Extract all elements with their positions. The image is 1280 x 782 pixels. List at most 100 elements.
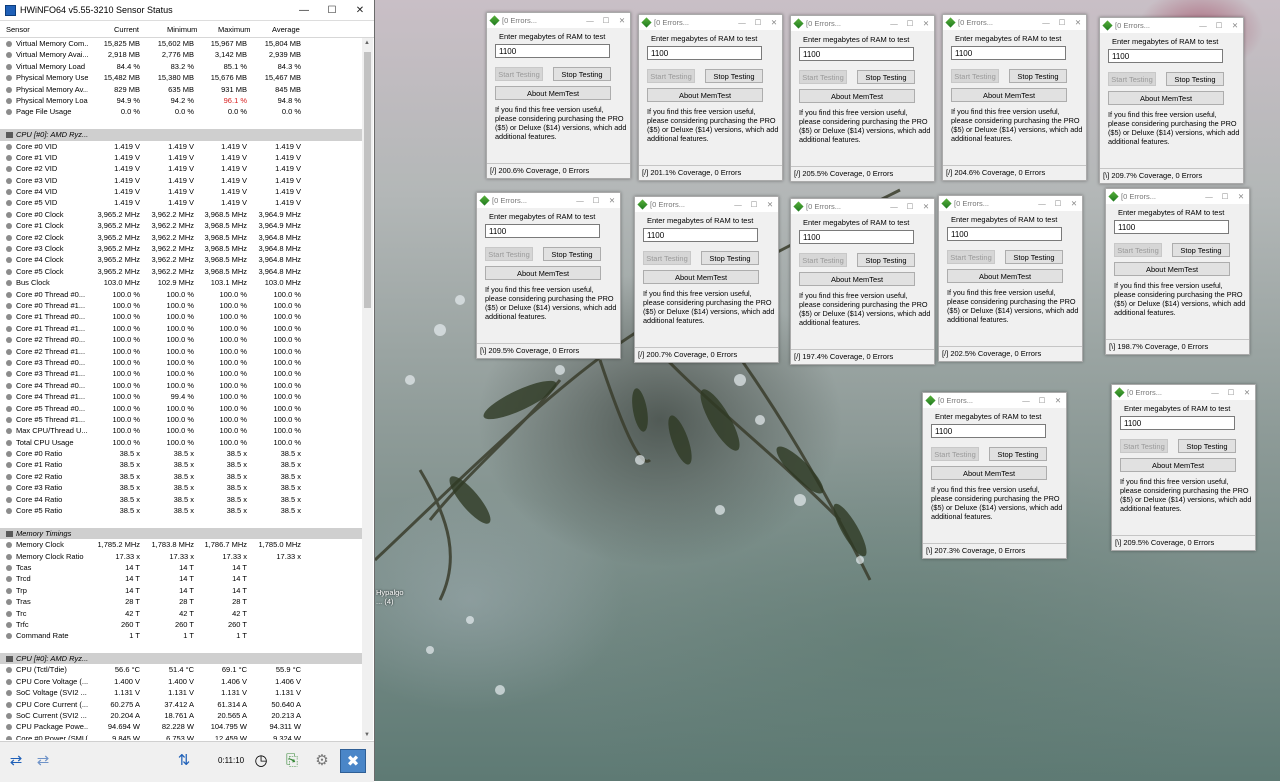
network-icon[interactable]: ⇅ — [172, 749, 196, 771]
desktop-icon-label[interactable]: Hypalgo ... (4) — [376, 588, 404, 606]
memtest-title-bar[interactable]: [0 Errors... — ☐ ✕ — [1100, 18, 1243, 33]
about-memtest-button[interactable]: About MemTest — [485, 266, 601, 280]
column-header-current[interactable]: Current — [114, 25, 139, 34]
stop-testing-button[interactable]: Stop Testing — [705, 69, 763, 83]
table-row[interactable]: SoC Voltage (SVI2 ... 1.131 V 1.131 V 1.131… — [0, 687, 362, 698]
table-row[interactable]: Core #5 Ratio 38.5 x 38.5 x 38.5 x 38.5 x — [0, 505, 362, 516]
scroll-up-arrow-icon[interactable]: ▲ — [364, 40, 370, 46]
maximize-icon[interactable]: ☐ — [598, 16, 614, 25]
table-row[interactable]: Core #2 Thread #1... 100.0 % 100.0 % 100.0 … — [0, 346, 362, 357]
table-row[interactable]: Core #0 Thread #1... 100.0 % 100.0 % 100.0 … — [0, 300, 362, 311]
ram-megabytes-input[interactable]: 1100 — [947, 227, 1062, 241]
close-icon[interactable]: ✕ — [918, 202, 934, 211]
table-row[interactable]: Core #0 Power (SMU) 9.845 W 6.753 W 12.459 … — [0, 733, 362, 740]
start-testing-button[interactable]: Start Testing — [1120, 439, 1168, 453]
stop-testing-button[interactable]: Stop Testing — [1005, 250, 1063, 264]
minimize-icon[interactable]: — — [1201, 192, 1217, 201]
minimize-icon[interactable]: — — [730, 200, 746, 209]
start-testing-button[interactable]: Start Testing — [799, 253, 847, 267]
maximize-icon[interactable]: ☐ — [746, 200, 762, 209]
ram-megabytes-input[interactable]: 1100 — [799, 230, 914, 244]
column-header-maximum[interactable]: Maximum — [218, 25, 251, 34]
memtest-title-bar[interactable]: [0 Errors... — ☐ ✕ — [939, 196, 1082, 211]
memtest-title-bar[interactable]: [0 Errors... — ☐ ✕ — [1112, 385, 1255, 400]
start-testing-button[interactable]: Start Testing — [799, 70, 847, 84]
stop-testing-button[interactable]: Stop Testing — [1009, 69, 1067, 83]
about-memtest-button[interactable]: About MemTest — [643, 270, 759, 284]
memtest-title-bar[interactable]: [0 Errors... — ☐ ✕ — [791, 16, 934, 31]
minimize-icon[interactable]: — — [582, 16, 598, 25]
column-header-sensor[interactable]: Sensor — [6, 25, 30, 34]
table-row[interactable]: Max CPU/Thread U... 100.0 % 100.0 % 100.0 %… — [0, 425, 362, 436]
maximize-icon[interactable]: ☐ — [750, 18, 766, 27]
memtest-title-bar[interactable]: [0 Errors... — ☐ ✕ — [791, 199, 934, 214]
about-memtest-button[interactable]: About MemTest — [495, 86, 611, 100]
minimize-icon[interactable]: — — [1018, 396, 1034, 405]
scrollbar-thumb[interactable] — [364, 52, 371, 308]
start-testing-button[interactable]: Start Testing — [485, 247, 533, 261]
table-row[interactable]: Core #4 Ratio 38.5 x 38.5 x 38.5 x 38.5 x — [0, 494, 362, 505]
start-testing-button[interactable]: Start Testing — [951, 69, 999, 83]
table-row[interactable]: Trfc 260 T 260 T 260 T — [0, 619, 362, 630]
sensor-group-row[interactable]: CPU [#0]: AMD Ryz... — [0, 653, 362, 665]
table-row[interactable]: SoC Current (SVI2 ... 20.204 A 18.761 A 20.… — [0, 710, 362, 721]
table-row[interactable]: Tcas 14 T 14 T 14 T — [0, 562, 362, 573]
navigate-back-icon[interactable]: ⇄ — [31, 749, 55, 771]
table-row[interactable]: Core #0 Clock 3,965.2 MHz 3,962.2 MHz 3,968… — [0, 209, 362, 220]
report-add-icon[interactable]: ⎘ — [280, 749, 304, 771]
maximize-icon[interactable]: ☐ — [1050, 199, 1066, 208]
maximize-icon[interactable]: ☐ — [902, 202, 918, 211]
table-row[interactable]: Virtual Memory Com... 15,825 MB 15,602 MB 1… — [0, 38, 362, 49]
minimize-icon[interactable]: — — [290, 0, 318, 20]
table-row[interactable]: Core #1 Thread #0... 100.0 % 100.0 % 100.0 … — [0, 311, 362, 322]
memtest-title-bar[interactable]: [0 Errors... — ☐ ✕ — [639, 15, 782, 30]
about-memtest-button[interactable]: About MemTest — [1108, 91, 1224, 105]
navigate-left-right-icon[interactable]: ⇄ — [4, 749, 28, 771]
table-row[interactable]: Core #4 VID 1.419 V 1.419 V 1.419 V 1.419 V — [0, 186, 362, 197]
memtest-title-bar[interactable]: [0 Errors... — ☐ ✕ — [487, 13, 630, 28]
ram-megabytes-input[interactable]: 1100 — [1108, 49, 1223, 63]
maximize-icon[interactable]: ☐ — [1054, 18, 1070, 27]
maximize-icon[interactable]: ☐ — [1034, 396, 1050, 405]
table-row[interactable]: Page File Usage 0.0 % 0.0 % 0.0 % 0.0 % — [0, 106, 362, 117]
ram-megabytes-input[interactable]: 1100 — [647, 46, 762, 60]
close-icon[interactable]: ✕ — [1239, 388, 1255, 397]
table-row[interactable]: Virtual Memory Avai... 2,918 MB 2,776 MB 3,… — [0, 49, 362, 60]
table-row[interactable]: Core #4 Thread #1... 100.0 % 99.4 % 100.0 %… — [0, 391, 362, 402]
sensor-table-scrollbar[interactable]: ▲ ▼ — [362, 38, 373, 740]
table-row[interactable]: Core #3 Clock 3,965.2 MHz 3,962.2 MHz 3,968… — [0, 243, 362, 254]
scroll-down-arrow-icon[interactable]: ▼ — [364, 732, 370, 738]
table-row[interactable]: CPU Package Powe... 94.694 W 82.228 W 104.7… — [0, 721, 362, 732]
table-row[interactable]: Trc 42 T 42 T 42 T — [0, 608, 362, 619]
minimize-icon[interactable]: — — [1207, 388, 1223, 397]
stop-testing-button[interactable]: Stop Testing — [701, 251, 759, 265]
minimize-icon[interactable]: — — [886, 19, 902, 28]
close-icon[interactable]: ✕ — [762, 200, 778, 209]
ram-megabytes-input[interactable]: 1100 — [643, 228, 758, 242]
table-row[interactable]: CPU Core Current (... 60.275 A 37.412 A 61.… — [0, 699, 362, 710]
ram-megabytes-input[interactable]: 1100 — [799, 47, 914, 61]
ram-megabytes-input[interactable]: 1100 — [1120, 416, 1235, 430]
ram-megabytes-input[interactable]: 1100 — [1114, 220, 1229, 234]
ram-megabytes-input[interactable]: 1100 — [495, 44, 610, 58]
table-row[interactable]: Memory Clock 1,785.2 MHz 1,783.8 MHz 1,786.… — [0, 539, 362, 550]
settings-gear-icon[interactable]: ⚙ — [310, 749, 334, 771]
ram-megabytes-input[interactable]: 1100 — [485, 224, 600, 238]
about-memtest-button[interactable]: About MemTest — [1120, 458, 1236, 472]
table-row[interactable]: Total CPU Usage 100.0 % 100.0 % 100.0 % 100.… — [0, 437, 362, 448]
table-row[interactable]: Core #1 Ratio 38.5 x 38.5 x 38.5 x 38.5 x — [0, 459, 362, 470]
close-icon[interactable]: ✕ — [346, 0, 374, 20]
close-sensors-icon[interactable]: ✖ — [340, 749, 366, 773]
maximize-icon[interactable]: ☐ — [318, 0, 346, 20]
table-row[interactable]: Core #5 Clock 3,965.2 MHz 3,962.2 MHz 3,968… — [0, 266, 362, 277]
memtest-title-bar[interactable]: [0 Errors... — ☐ ✕ — [635, 197, 778, 212]
about-memtest-button[interactable]: About MemTest — [799, 272, 915, 286]
table-row[interactable]: Core #3 VID 1.419 V 1.419 V 1.419 V 1.419 V — [0, 175, 362, 186]
table-row[interactable]: Command Rate 1 T 1 T 1 T — [0, 630, 362, 641]
about-memtest-button[interactable]: About MemTest — [951, 88, 1067, 102]
minimize-icon[interactable]: — — [1195, 21, 1211, 30]
minimize-icon[interactable]: — — [1038, 18, 1054, 27]
memtest-title-bar[interactable]: [0 Errors... — ☐ ✕ — [943, 15, 1086, 30]
stop-testing-button[interactable]: Stop Testing — [553, 67, 611, 81]
table-row[interactable]: Physical Memory Load 94.9 % 94.2 % 96.1 % 94… — [0, 95, 362, 106]
